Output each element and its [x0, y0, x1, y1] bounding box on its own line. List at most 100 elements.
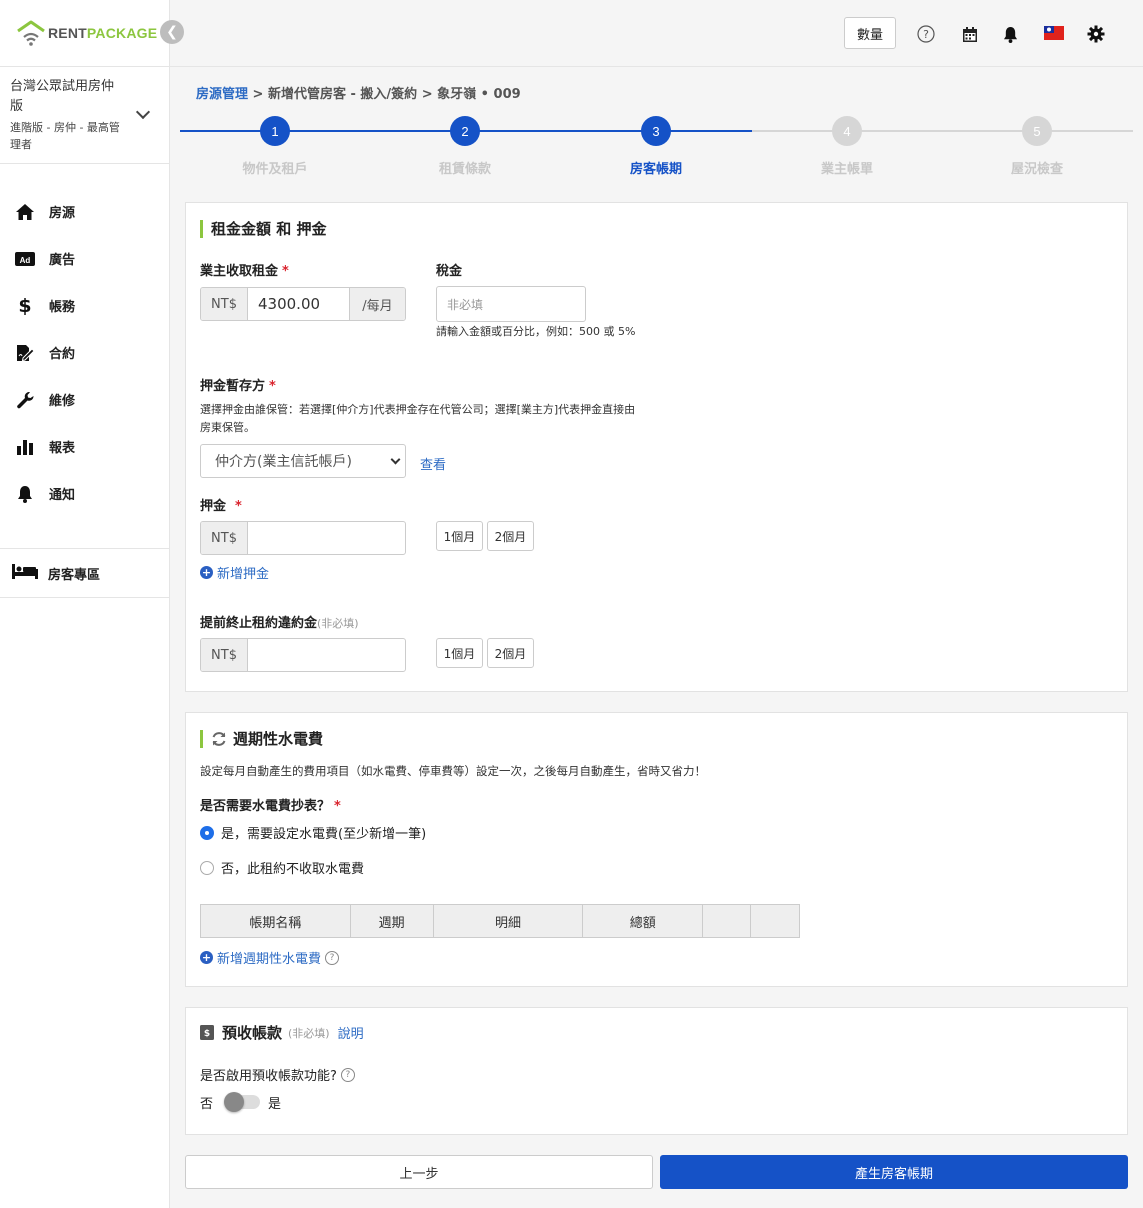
rent-input-group: NT$ 4300.00 /每月	[200, 287, 406, 321]
tax-input[interactable]: 非必填	[436, 286, 586, 322]
accent-bar	[200, 729, 203, 748]
radio-selected[interactable]	[200, 825, 214, 840]
penalty-two-month-button[interactable]: 2個月	[487, 638, 534, 668]
card-title: 週期性水電費	[200, 728, 323, 749]
meter-question-label: 是否需要水電費抄表？ *	[200, 799, 341, 814]
calendar-icon[interactable]	[960, 24, 980, 44]
prepay-question: 是否啟用預收帳款功能? ?	[200, 1065, 355, 1084]
optional-note: (非必填)	[317, 617, 359, 630]
house-wifi-logo-icon	[17, 20, 45, 46]
deposit-label: 押金 *	[200, 499, 242, 514]
utility-description: 設定每月自動產生的費用項目（如水電費、停車費等）設定一次，之後每月自動產生，省時…	[200, 764, 706, 778]
deposit-input-group: NT$	[200, 521, 406, 555]
chevron-left-icon: ❮	[166, 24, 178, 40]
nav-label: 通知	[49, 488, 76, 503]
toggle-off-label: 否	[200, 1097, 214, 1112]
two-month-button[interactable]: 2個月	[487, 521, 534, 551]
step-label: 業主帳單	[820, 162, 873, 177]
plus-circle-icon: +	[200, 566, 213, 579]
step-1[interactable]: 1 物件及租戶	[215, 116, 335, 177]
step-number: 1	[260, 116, 290, 146]
radio-unselected[interactable]	[200, 860, 214, 875]
wrench-icon	[14, 390, 36, 410]
ad-icon: Ad	[14, 249, 36, 269]
rent-label: 業主收取租金 *	[200, 264, 289, 279]
generate-tenant-billing-button[interactable]: 產生房客帳期	[660, 1155, 1128, 1189]
refresh-icon	[212, 731, 226, 746]
deposit-holder-select[interactable]: 仲介方(業主信託帳戶)	[200, 444, 406, 478]
nav-item-listings[interactable]: 房源	[0, 188, 170, 235]
recurring-utility-card: 週期性水電費 設定每月自動產生的費用項目（如水電費、停車費等）設定一次，之後每月…	[185, 712, 1128, 987]
brand-text: RENTPACKAGE	[48, 25, 158, 41]
collapse-sidebar-button[interactable]: ❮	[160, 20, 184, 44]
contract-icon	[14, 343, 36, 363]
help-icon[interactable]: ?	[325, 950, 340, 965]
top-bar: 數量 ?	[170, 0, 1143, 67]
per-month-addon: /每月	[349, 288, 405, 320]
nav-item-reports[interactable]: 報表	[0, 423, 170, 470]
required-asterisk: *	[282, 264, 289, 279]
card-title: 租金金額 和 押金	[200, 218, 326, 239]
previous-step-button[interactable]: 上一步	[185, 1155, 653, 1189]
required-asterisk: *	[334, 799, 341, 814]
step-label: 租賃條款	[438, 162, 491, 177]
toggle-knob	[224, 1092, 244, 1112]
explain-link[interactable]: 說明	[338, 1023, 364, 1042]
nav-item-notifications[interactable]: 通知	[0, 470, 170, 517]
column-header	[702, 904, 752, 938]
logo[interactable]: RENTPACKAGE	[16, 18, 157, 48]
nav-item-contracts[interactable]: 合約	[0, 329, 170, 376]
bar-chart-icon	[14, 437, 36, 457]
gear-icon[interactable]	[1086, 24, 1106, 44]
help-icon[interactable]: ?	[916, 24, 936, 44]
deposit-amount-input[interactable]	[248, 522, 405, 554]
quantity-button[interactable]: 數量	[844, 17, 896, 49]
radio-label: 否，此租約不收取水電費	[221, 862, 365, 877]
bell-icon	[14, 484, 36, 504]
column-header	[750, 904, 800, 938]
breadcrumb-property: 象牙嶺 • 009	[437, 87, 521, 102]
step-label: 物件及租戶	[242, 162, 308, 177]
breadcrumb-root-link[interactable]: 房源管理	[196, 87, 248, 102]
progress-stepper: 1 物件及租戶 2 租賃條款 3 房客帳期 4 業主帳單 5 屋況檢查	[180, 116, 1133, 178]
currency-addon: NT$	[201, 288, 248, 320]
add-utility-link[interactable]: + 新增週期性水電費 ?	[200, 948, 340, 967]
breadcrumb-separator: >	[421, 87, 433, 102]
step-4[interactable]: 4 業主帳單	[787, 116, 907, 177]
column-header: 總額	[582, 904, 704, 938]
add-deposit-link[interactable]: + 新增押金	[200, 563, 269, 582]
currency-addon: NT$	[201, 522, 248, 554]
tax-label: 稅金	[436, 264, 463, 279]
rent-amount-input[interactable]: 4300.00	[248, 288, 349, 320]
step-label: 屋況檢查	[1010, 162, 1063, 177]
radio-label: 是，需要設定水電費(至少新增一筆)	[221, 827, 427, 842]
org-selector[interactable]: 台灣公眾試用房仲版 進階版 - 房仲 - 最高管理者	[0, 66, 170, 164]
step-5[interactable]: 5 屋況檢查	[977, 116, 1097, 177]
penalty-amount-input[interactable]	[248, 639, 405, 671]
nav-item-accounting[interactable]: $ 帳務	[0, 282, 170, 329]
meter-yes-option[interactable]: 是，需要設定水電費(至少新增一筆)	[200, 823, 426, 842]
penalty-one-month-button[interactable]: 1個月	[436, 638, 483, 668]
step-3[interactable]: 3 房客帳期	[596, 116, 716, 177]
step-2[interactable]: 2 租賃條款	[405, 116, 525, 177]
nav-item-tenant-area[interactable]: 房客專區	[0, 548, 170, 598]
chevron-down-icon	[135, 104, 151, 120]
view-link[interactable]: 查看	[420, 454, 446, 473]
prepayment-card: $ 預收帳款 (非必填) 說明 是否啟用預收帳款功能? ? 否 是	[185, 1007, 1128, 1135]
nav-label: 帳務	[49, 300, 76, 315]
bell-icon[interactable]	[1000, 24, 1020, 44]
chevron-down-icon	[390, 454, 401, 465]
accent-bar	[200, 219, 203, 238]
org-name: 台灣公眾試用房仲版	[10, 79, 115, 114]
add-utility-label: 新增週期性水電費	[217, 952, 322, 967]
card-title-text: 預收帳款	[222, 1024, 283, 1042]
one-month-button[interactable]: 1個月	[436, 521, 483, 551]
help-icon[interactable]: ?	[340, 1067, 355, 1082]
nav-item-repairs[interactable]: 維修	[0, 376, 170, 423]
optional-note: (非必填)	[288, 1026, 330, 1040]
prepay-toggle[interactable]	[224, 1092, 260, 1112]
meter-no-option[interactable]: 否，此租約不收取水電費	[200, 858, 364, 877]
taiwan-flag-icon[interactable]	[1043, 25, 1065, 41]
nav-item-ads[interactable]: Ad 廣告	[0, 235, 170, 282]
card-title-text: 週期性水電費	[233, 730, 324, 748]
